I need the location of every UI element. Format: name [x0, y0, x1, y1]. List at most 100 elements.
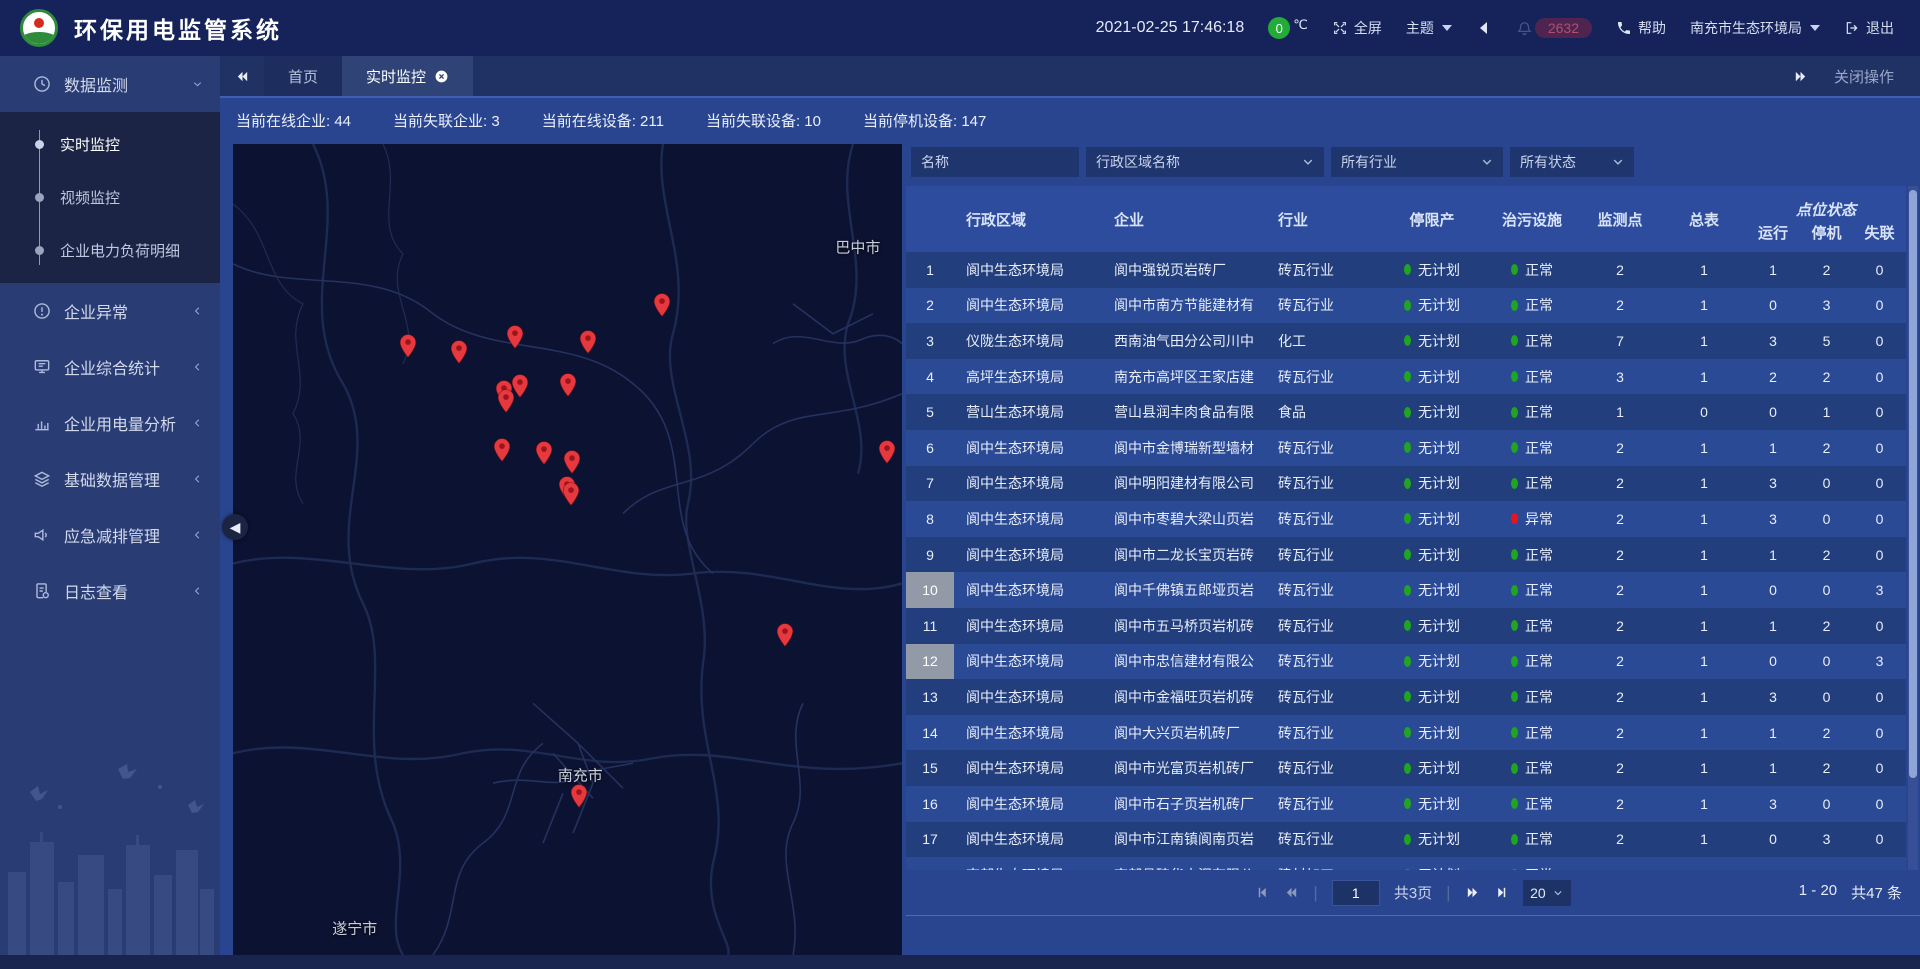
cell-facility: 正常	[1486, 750, 1578, 786]
map-pin-icon[interactable]	[776, 623, 793, 647]
table-row[interactable]: 1阆中生态环境局阆中强锐页岩砖厂砖瓦行业无计划正常21120	[906, 252, 1906, 288]
table-row[interactable]: 2阆中生态环境局阆中市南方节能建材有砖瓦行业无计划正常21030	[906, 288, 1906, 324]
cell-monitor: 2	[1578, 537, 1662, 573]
cell-meter: 1	[1662, 750, 1746, 786]
map-collapse-button[interactable]: ◀	[222, 514, 248, 540]
sidebar-subitem[interactable]: 企业电力负荷明细	[0, 224, 220, 277]
cell-stop: 无计划	[1378, 715, 1486, 751]
table-row[interactable]: 8阆中生态环境局阆中市枣碧大梁山页岩砖瓦行业无计划异常21300	[906, 501, 1906, 537]
chevron-down-icon	[1481, 156, 1493, 168]
tabs-scroll-left-button[interactable]	[220, 56, 264, 96]
map-pin-icon[interactable]	[536, 441, 553, 465]
sidebar-subitem[interactable]: 视频监控	[0, 171, 220, 224]
industry-dropdown[interactable]: 所有行业	[1331, 147, 1503, 177]
map-pin-icon[interactable]	[451, 340, 468, 364]
table-row[interactable]: 18南部生态环境局南部县砖华水泥有限公建材加工无计划正常60060	[906, 857, 1906, 870]
first-page-button[interactable]	[1255, 885, 1270, 900]
status-dot-icon	[1404, 407, 1411, 418]
table-row[interactable]: 16阆中生态环境局阆中市石子页岩机砖厂砖瓦行业无计划正常21300	[906, 786, 1906, 822]
cell-facility: 正常	[1486, 679, 1578, 715]
map-pin-icon[interactable]	[580, 330, 597, 354]
sidebar-item-logs[interactable]: 日志查看	[0, 563, 220, 619]
table-row[interactable]: 13阆中生态环境局阆中市金福旺页岩机砖砖瓦行业无计划正常21300	[906, 679, 1906, 715]
cell-company: 阆中大兴页岩机砖厂	[1102, 715, 1266, 751]
sidebar-item-company-stats[interactable]: 企业综合统计	[0, 339, 220, 395]
table-row[interactable]: 7阆中生态环境局阆中明阳建材有限公司砖瓦行业无计划正常21300	[906, 466, 1906, 502]
map-canvas[interactable]: 巴中市南充市遂宁市	[233, 144, 902, 955]
cell-facility: 正常	[1486, 394, 1578, 430]
table-scrollbar[interactable]	[1908, 186, 1918, 870]
table-row[interactable]: 17阆中生态环境局阆中市江南镇阆南页岩砖瓦行业无计划正常21030	[906, 822, 1906, 858]
app-title: 环保用电监管系统	[74, 11, 282, 45]
tab-首页[interactable]: 首页	[264, 56, 342, 96]
map-pin-icon[interactable]	[497, 389, 514, 413]
map-pin-icon[interactable]	[507, 325, 524, 349]
table-row[interactable]: 6阆中生态环境局阆中市金博瑞新型墙材砖瓦行业无计划正常21120	[906, 430, 1906, 466]
logout-button[interactable]: 退出	[1844, 18, 1894, 38]
cell-lost: 0	[1853, 501, 1906, 537]
page-number-input[interactable]	[1332, 880, 1380, 906]
map-pin-icon[interactable]	[400, 334, 417, 358]
cell-meter: 1	[1662, 288, 1746, 324]
table-row[interactable]: 9阆中生态环境局阆中市二龙长宝页岩砖砖瓦行业无计划正常21120	[906, 537, 1906, 573]
theme-dropdown[interactable]: 主题	[1406, 18, 1452, 38]
map-pin-icon[interactable]	[562, 482, 579, 506]
next-page-button[interactable]	[1465, 885, 1480, 900]
sidebar-item-company-abnormal[interactable]: 企业异常	[0, 283, 220, 339]
fullscreen-button[interactable]: 全屏	[1332, 18, 1382, 38]
sidebar-item-emergency[interactable]: 应急减排管理	[0, 507, 220, 563]
sound-button[interactable]	[1476, 20, 1492, 36]
cell-stop: 无计划	[1378, 288, 1486, 324]
cell-monitor: 1	[1578, 394, 1662, 430]
map-pin-icon[interactable]	[493, 438, 510, 462]
table-row[interactable]: 12阆中生态环境局阆中市忠信建材有限公砖瓦行业无计划正常21003	[906, 644, 1906, 680]
map-pin-icon[interactable]	[560, 373, 577, 397]
region-dropdown[interactable]: 行政区域名称	[1086, 147, 1324, 177]
map-pin-icon[interactable]	[653, 293, 670, 317]
table-row[interactable]: 4高坪生态环境局南充市高坪区王家店建砖瓦行业无计划正常31220	[906, 359, 1906, 395]
map-pin-icon[interactable]	[570, 784, 587, 808]
cell-lost: 0	[1853, 430, 1906, 466]
chevron-left-icon	[191, 529, 204, 542]
cell-meter: 1	[1662, 679, 1746, 715]
status-dot-icon	[1404, 834, 1411, 845]
cell-company: 南部县砖华水泥有限公	[1102, 857, 1266, 870]
map-pin-icon[interactable]	[879, 440, 896, 464]
sidebar-item-base-data[interactable]: 基础数据管理	[0, 451, 220, 507]
prev-page-button[interactable]	[1284, 885, 1299, 900]
close-tab-icon[interactable]	[434, 69, 449, 84]
chevron-left-icon	[191, 417, 204, 430]
map-city-label: 南充市	[558, 764, 603, 785]
total-rows-label: 共47 条	[1851, 882, 1902, 903]
cell-meter: 1	[1662, 715, 1746, 751]
page-size-select[interactable]: 20	[1523, 880, 1571, 906]
cell-lost: 0	[1853, 679, 1906, 715]
tabs-scroll-right-button[interactable]	[1793, 69, 1808, 84]
close-operations-button[interactable]: 关闭操作	[1834, 66, 1894, 87]
stat-item: 当前失联设备: 10	[706, 110, 821, 131]
tab-实时监控[interactable]: 实时监控	[342, 56, 473, 96]
table-header: 行政区域 企业 行业 停限产 治污设施 监测点 总表 点位状态 运行 停机 失联	[906, 186, 1906, 252]
sidebar-item-power-analysis[interactable]: 企业用电量分析	[0, 395, 220, 451]
org-dropdown[interactable]: 南充市生态环境局	[1690, 18, 1820, 38]
name-search-input[interactable]	[911, 147, 1079, 177]
status-dot-icon	[1511, 798, 1518, 809]
notifications-button[interactable]: 2632	[1516, 18, 1592, 38]
bell-icon	[1516, 20, 1533, 37]
table-row[interactable]: 11阆中生态环境局阆中市五马桥页岩机砖砖瓦行业无计划正常21120	[906, 608, 1906, 644]
help-button[interactable]: 帮助	[1616, 18, 1666, 38]
map-pin-icon[interactable]	[564, 450, 581, 474]
table-row[interactable]: 3仪陇生态环境局西南油气田分公司川中化工无计划正常71350	[906, 323, 1906, 359]
status-dot-icon	[1404, 727, 1411, 738]
sidebar-item-data-monitor[interactable]: 数据监测	[0, 56, 220, 112]
last-page-button[interactable]	[1494, 885, 1509, 900]
table-row[interactable]: 5营山生态环境局营山县润丰肉食品有限食品无计划正常10010	[906, 394, 1906, 430]
cell-stopped: 6	[1800, 857, 1853, 870]
table-row[interactable]: 10阆中生态环境局阆中千佛镇五郎垭页岩砖瓦行业无计划正常21003	[906, 572, 1906, 608]
table-row[interactable]: 14阆中生态环境局阆中大兴页岩机砖厂砖瓦行业无计划正常21120	[906, 715, 1906, 751]
cell-company: 阆中市金博瑞新型墙材	[1102, 430, 1266, 466]
status-dot-icon	[1511, 656, 1518, 667]
status-dropdown[interactable]: 所有状态	[1510, 147, 1634, 177]
table-row[interactable]: 15阆中生态环境局阆中市光富页岩机砖厂砖瓦行业无计划正常21120	[906, 750, 1906, 786]
sidebar-subitem[interactable]: 实时监控	[0, 118, 220, 171]
